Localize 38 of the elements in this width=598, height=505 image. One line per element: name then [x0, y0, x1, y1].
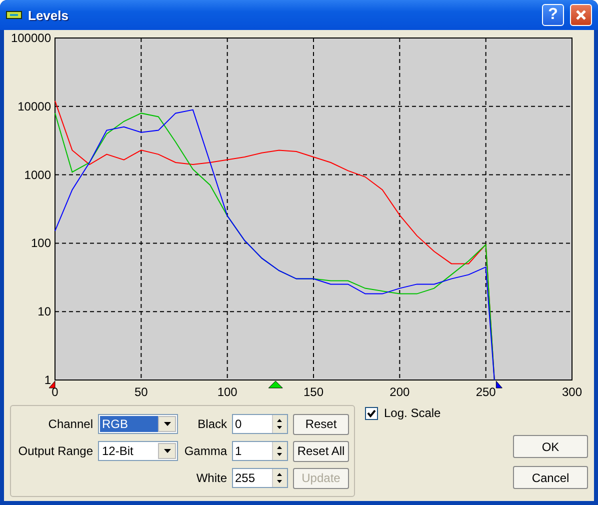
x-tick-label: 50: [134, 385, 148, 399]
app-icon: [6, 11, 22, 19]
dialog-button[interactable]: Cancel: [513, 466, 588, 489]
y-tick-label: 1000: [24, 168, 51, 182]
y-tick-label: 100000: [10, 31, 51, 45]
level-button[interactable]: Reset: [293, 414, 349, 434]
dialog-button[interactable]: OK: [513, 435, 588, 458]
close-button[interactable]: [570, 4, 592, 26]
end-marker-icon[interactable]: [496, 380, 502, 388]
level-label: Black: [196, 417, 227, 431]
checkbox-label: Log. Scale: [384, 406, 441, 420]
x-tick-label: 200: [390, 385, 410, 399]
x-tick-label: 0: [52, 385, 58, 399]
dropdown[interactable]: RGB: [98, 414, 178, 434]
x-tick-label: 150: [303, 385, 324, 399]
x-tick-label: 250: [476, 385, 496, 399]
x-tick-label: 100: [217, 385, 238, 399]
dropdown[interactable]: 12-Bit: [98, 441, 178, 461]
dropdown-arrow-icon: [164, 449, 170, 453]
window-title: Levels: [28, 8, 70, 22]
close-icon: [575, 9, 587, 21]
y-tick-label: 10: [38, 304, 51, 319]
level-button[interactable]: Reset All: [293, 440, 349, 462]
spin-field[interactable]: 1: [232, 441, 288, 461]
spin-field[interactable]: 255: [232, 468, 288, 488]
level-label: White: [195, 471, 227, 485]
help-button[interactable]: ?: [542, 4, 564, 26]
setting-label: Output Range: [17, 444, 93, 458]
x-tick-label: 300: [562, 385, 582, 399]
dropdown-arrow-icon: [164, 422, 170, 426]
y-tick-label: 100: [30, 236, 51, 250]
y-tick-label: 10000: [18, 99, 51, 114]
setting-label: Channel: [47, 417, 93, 431]
level-label: Gamma: [183, 444, 227, 458]
checkbox[interactable]: [365, 406, 378, 420]
y-tick-label: 1: [44, 373, 51, 387]
spin-field[interactable]: 0: [232, 414, 288, 434]
start-marker-icon[interactable]: [48, 380, 56, 388]
